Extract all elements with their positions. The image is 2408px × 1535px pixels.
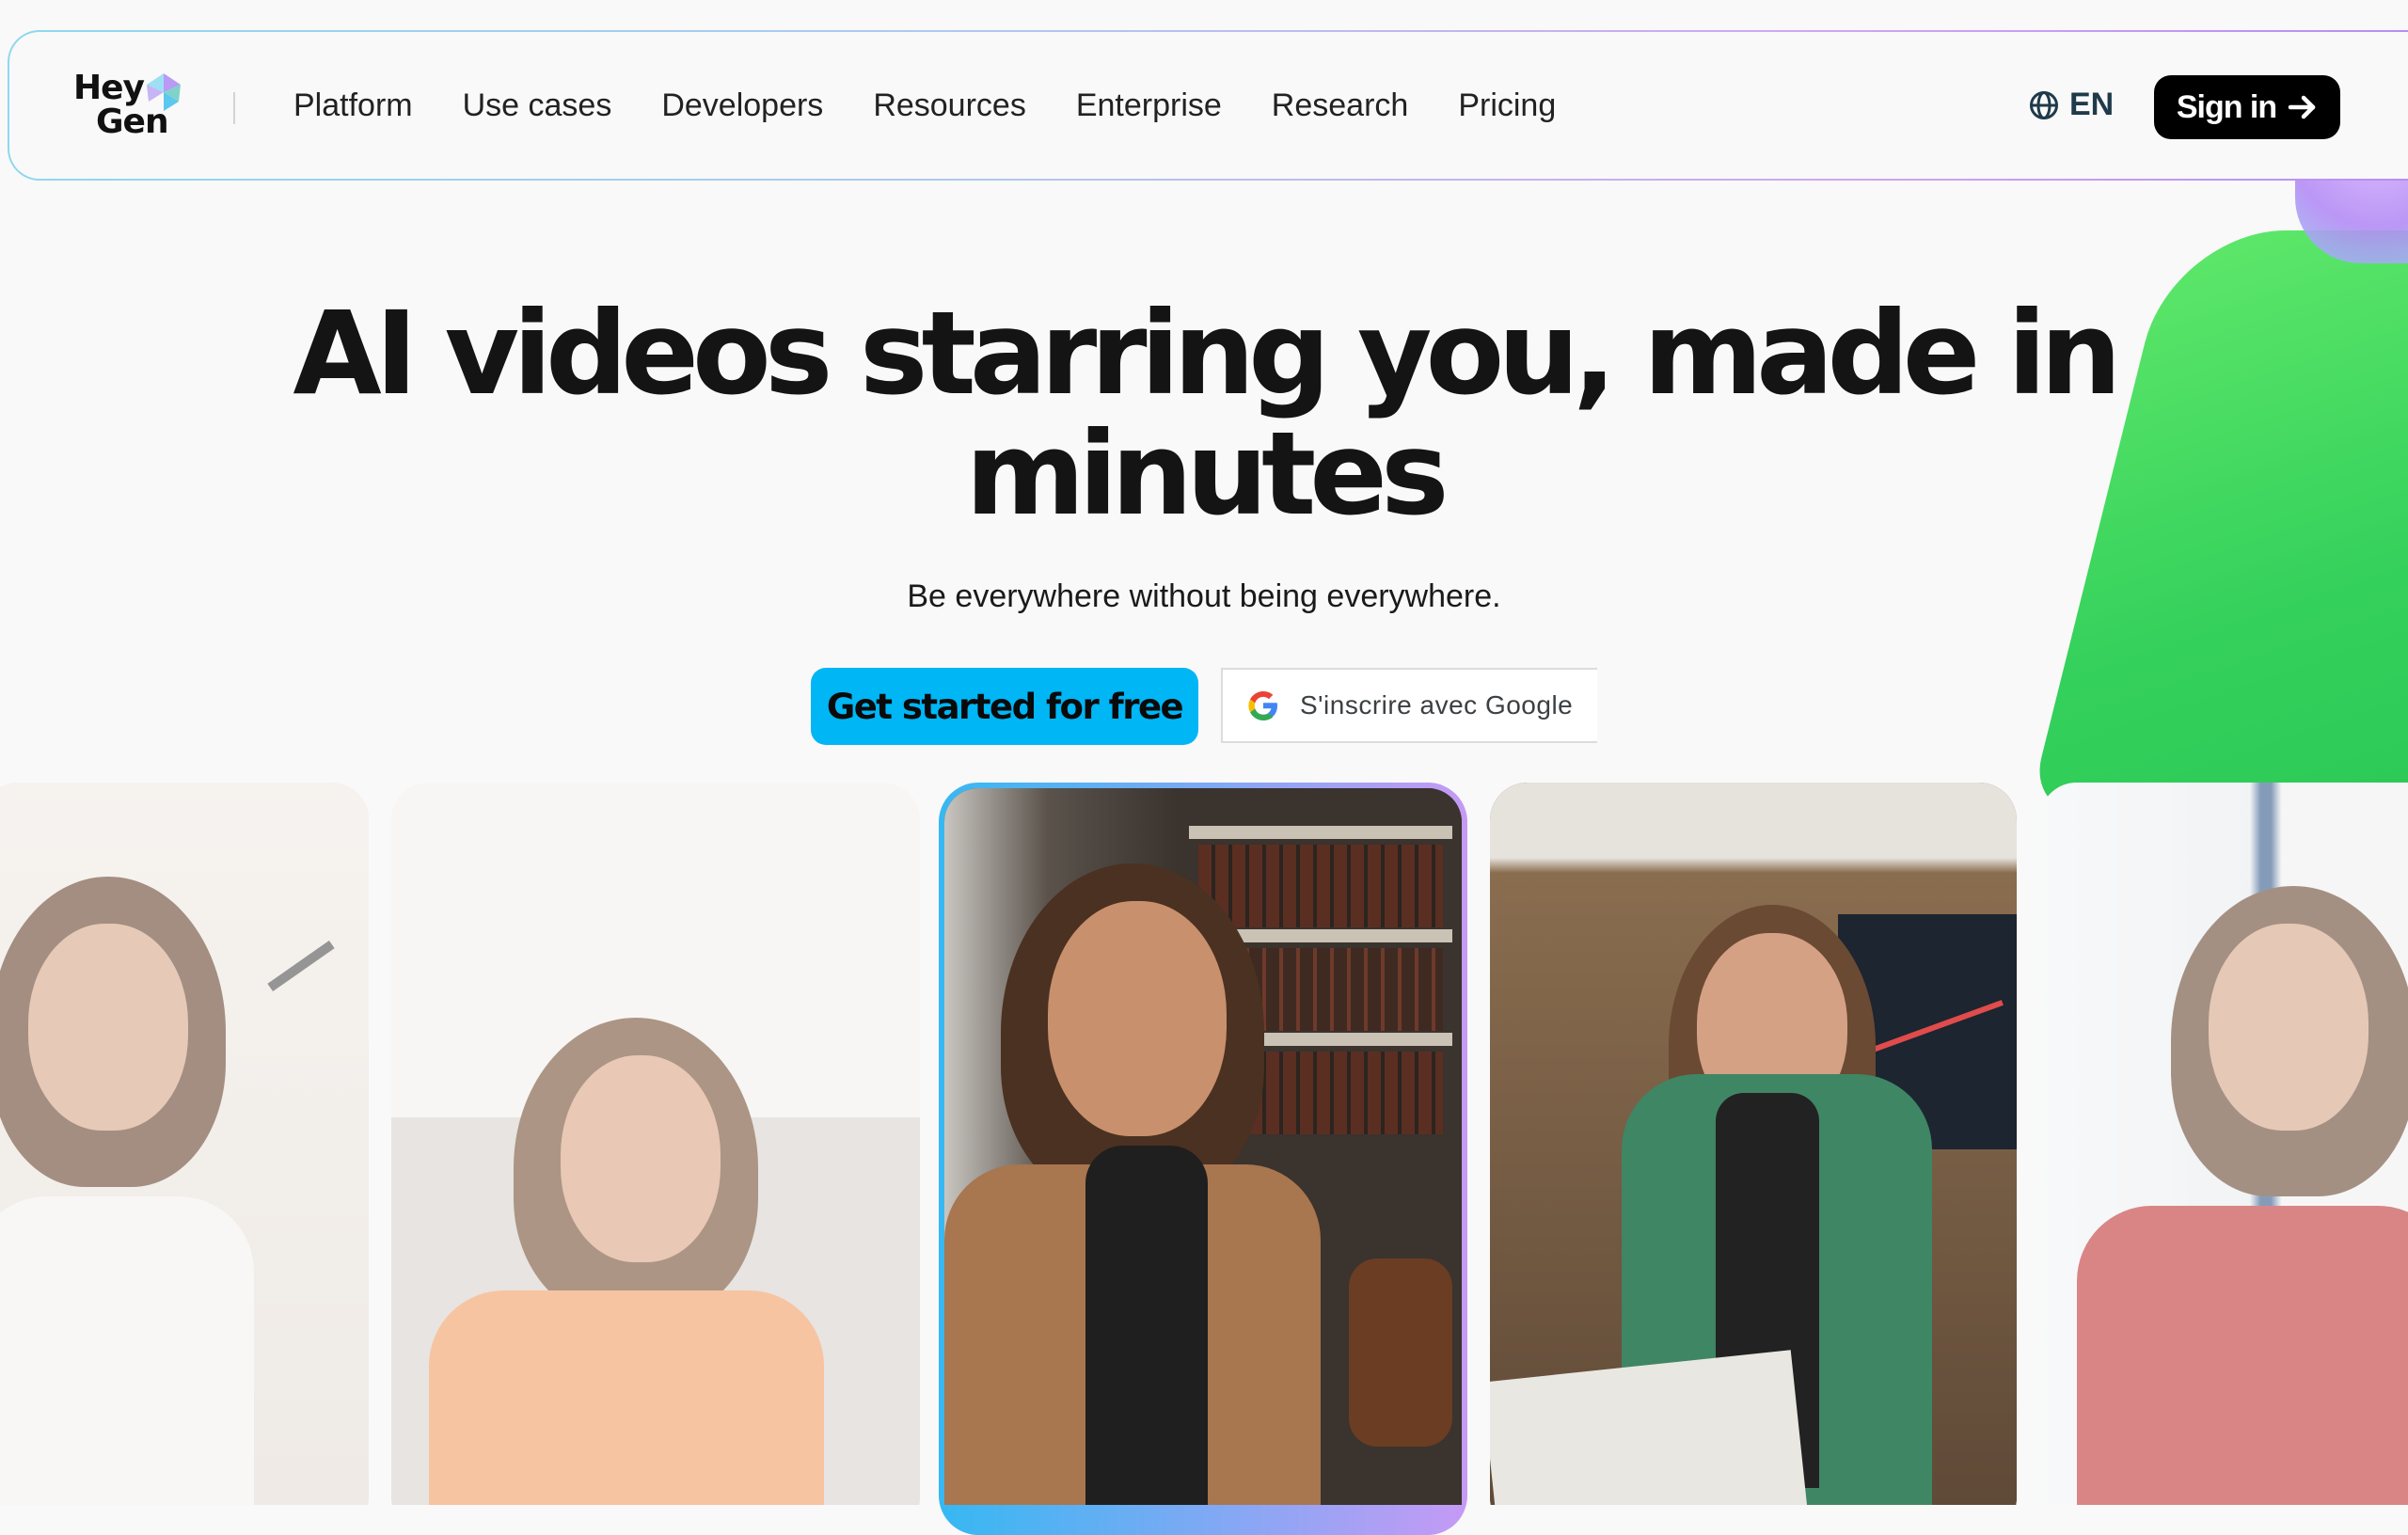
nav-link-resources[interactable]: Resources bbox=[873, 85, 1026, 126]
video-card-bright-apartment[interactable] bbox=[2039, 783, 2408, 1505]
language-selector[interactable]: EN bbox=[2028, 87, 2114, 123]
hero-title: AI videos starring you, made in minutes bbox=[0, 293, 2408, 534]
sign-in-button[interactable]: Sign in bbox=[2154, 75, 2340, 139]
get-started-button[interactable]: Get started for free bbox=[811, 668, 1198, 745]
hero-title-line-1: AI videos starring you, made in bbox=[293, 287, 2121, 420]
nav-link-platform[interactable]: Platform bbox=[293, 85, 413, 126]
hero-title-line-2: minutes bbox=[965, 407, 1449, 541]
hero-subtitle: Be everywhere without being everywhere. bbox=[907, 578, 1501, 614]
video-card-modern-office[interactable] bbox=[1490, 783, 2017, 1505]
google-signup-button[interactable]: S'inscrire avec Google bbox=[1221, 668, 1597, 743]
video-card-white-room[interactable] bbox=[391, 783, 920, 1505]
heygen-gem-icon bbox=[147, 73, 181, 111]
nav-divider bbox=[233, 92, 235, 124]
video-card-home-office[interactable] bbox=[0, 783, 369, 1505]
nav-link-pricing[interactable]: Pricing bbox=[1458, 85, 1556, 126]
nav-link-research[interactable]: Research bbox=[1272, 85, 1409, 126]
nav-link-developers[interactable]: Developers bbox=[661, 85, 823, 126]
nav-link-use-cases[interactable]: Use cases bbox=[463, 85, 612, 126]
globe-icon bbox=[2030, 90, 2058, 119]
google-g-icon bbox=[1248, 691, 1277, 720]
logo-text-hey: Hey bbox=[73, 69, 145, 107]
nav-link-enterprise[interactable]: Enterprise bbox=[1076, 85, 1222, 126]
arrow-right-icon bbox=[2288, 95, 2316, 119]
video-card-carousel bbox=[0, 783, 2408, 1505]
google-signup-label: S'inscrire avec Google bbox=[1300, 690, 1574, 720]
video-card-library[interactable] bbox=[944, 788, 1462, 1505]
heygen-logo[interactable]: Hey Gen bbox=[73, 71, 196, 147]
language-label: EN bbox=[2069, 87, 2115, 122]
sign-in-label: Sign in bbox=[2176, 88, 2277, 125]
primary-nav-links: Platform Use cases Developers Resources … bbox=[293, 85, 1606, 126]
